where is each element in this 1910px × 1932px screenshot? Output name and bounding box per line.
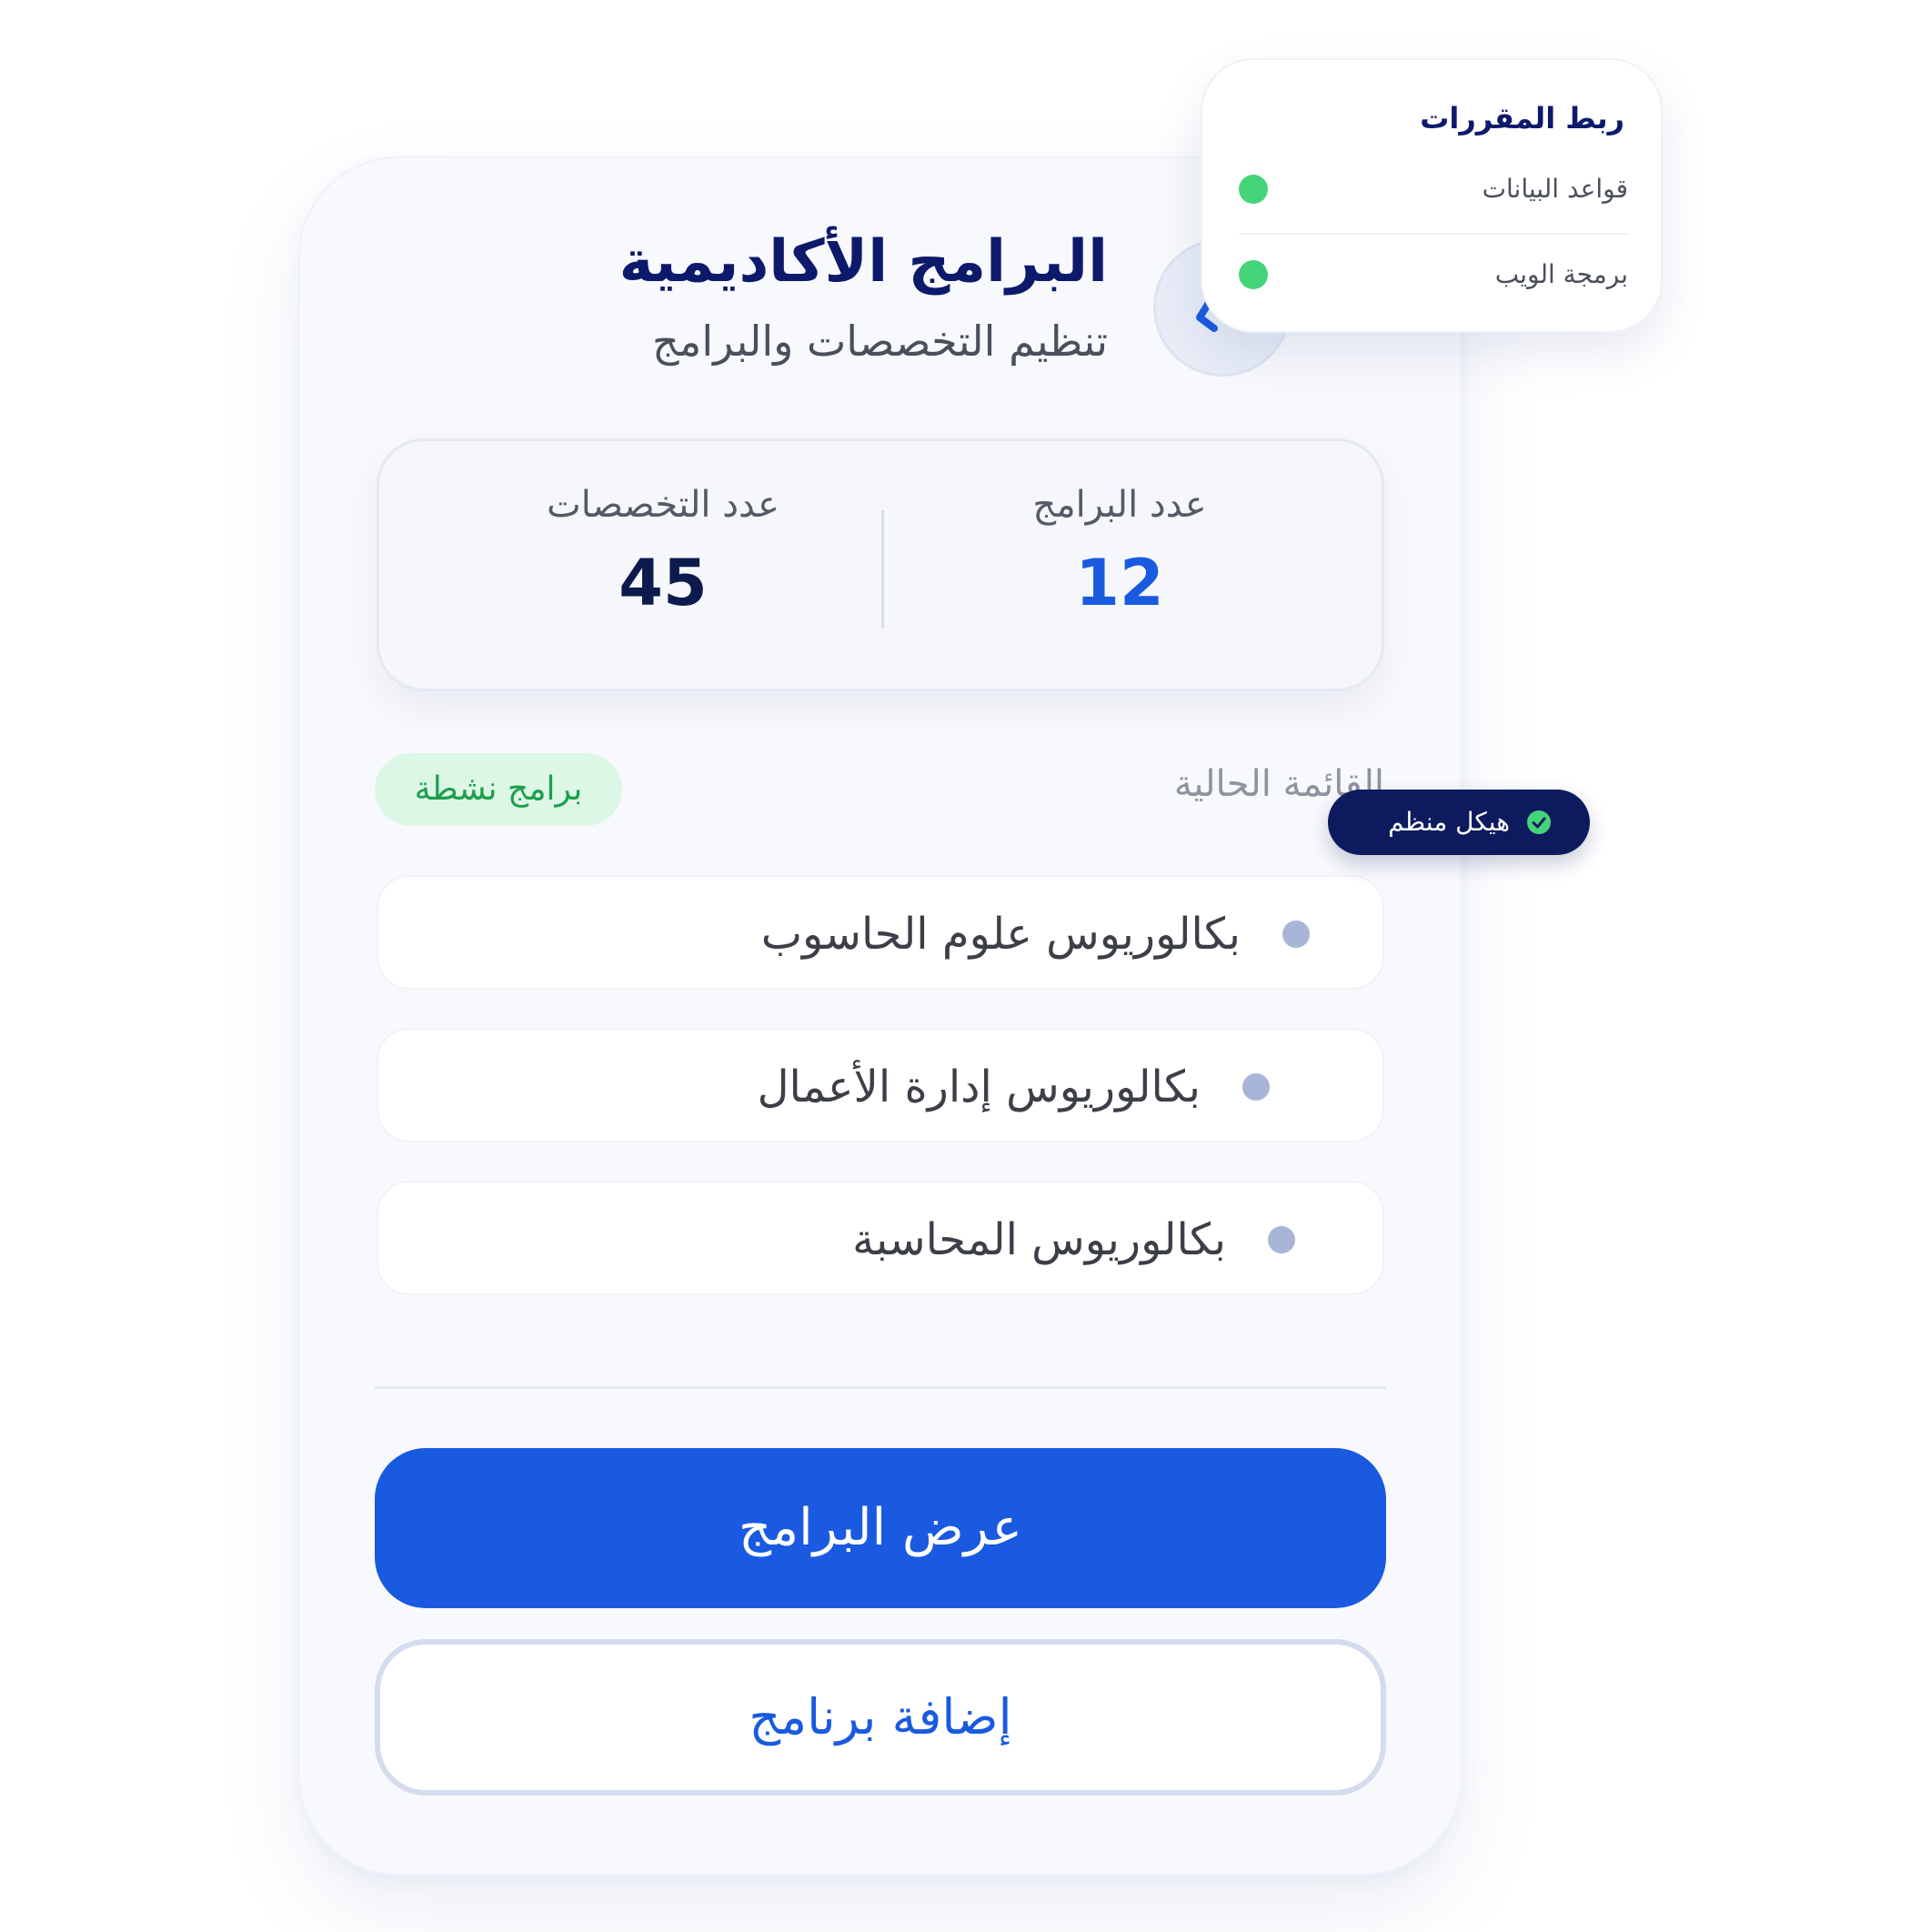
check-circle-icon	[1527, 810, 1551, 834]
bullet-dot-icon	[1268, 1226, 1295, 1253]
course-item[interactable]: برمجة الويب	[1239, 247, 1628, 302]
stats-divider	[881, 510, 884, 629]
add-program-button[interactable]: إضافة برنامج	[375, 1639, 1386, 1796]
specialties-count-value: 45	[618, 546, 708, 620]
bullet-dot-icon	[1242, 1073, 1270, 1101]
programs-count-label: عدد البرامج	[1032, 484, 1207, 526]
course-item[interactable]: قواعد البيانات	[1239, 162, 1628, 216]
status-dot-icon	[1239, 175, 1268, 204]
current-list-title: القائمة الحالية	[1173, 763, 1384, 805]
programs-card	[298, 156, 1463, 1876]
view-programs-button[interactable]: عرض البرامج	[375, 1448, 1386, 1608]
divider	[375, 1386, 1386, 1389]
programs-count-stat: عدد البرامج 12	[929, 483, 1311, 621]
specialties-count-label: عدد التخصصات	[547, 484, 779, 526]
structure-status-pill: هيكل منظم	[1328, 790, 1590, 855]
program-label: بكالوريوس إدارة الأعمال	[757, 1062, 1201, 1112]
status-dot-icon	[1239, 260, 1268, 289]
stats-panel: عدد البرامج 12 عدد التخصصات 45	[377, 438, 1384, 691]
page-subtitle: تنظيم التخصصات والبرامج	[651, 317, 1108, 366]
specialties-count-stat: عدد التخصصات 45	[472, 483, 854, 621]
page-title: البرامج الأكاديمية	[618, 228, 1108, 296]
structure-label: هيكل منظم	[1388, 807, 1510, 837]
program-list-item[interactable]: بكالوريوس إدارة الأعمال	[377, 1028, 1384, 1142]
course-linking-card: ربط المقررات قواعد البيانات برمجة الويب	[1201, 58, 1663, 333]
program-label: بكالوريوس علوم الحاسوب	[760, 909, 1241, 960]
course-label: برمجة الويب	[1494, 259, 1628, 289]
program-list-item[interactable]: بكالوريوس المحاسبة	[377, 1181, 1384, 1295]
course-linking-title: ربط المقررات	[1420, 101, 1624, 136]
course-label: قواعد البيانات	[1482, 174, 1628, 204]
active-programs-badge: برامج نشطة	[375, 753, 622, 826]
programs-count-value: 12	[1075, 546, 1164, 620]
program-label: بكالوريوس المحاسبة	[852, 1214, 1226, 1265]
divider	[1239, 233, 1628, 235]
program-list-item[interactable]: بكالوريوس علوم الحاسوب	[377, 875, 1384, 990]
bullet-dot-icon	[1282, 921, 1310, 948]
